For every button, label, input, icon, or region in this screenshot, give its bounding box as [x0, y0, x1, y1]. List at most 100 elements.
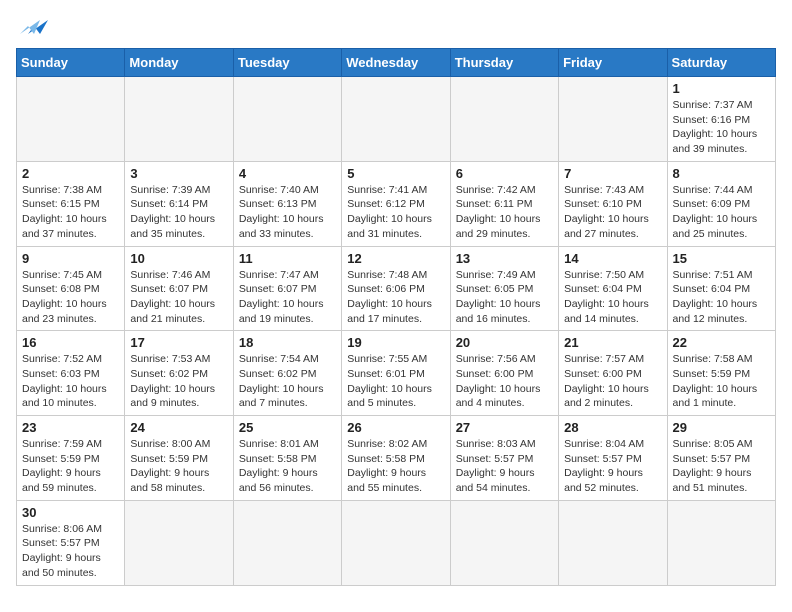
day-info: Sunrise: 7:47 AM Sunset: 6:07 PM Dayligh…	[239, 268, 336, 327]
day-number: 21	[564, 335, 661, 350]
calendar-cell: 22 Sunrise: 7:58 AM Sunset: 5:59 PM Dayli…	[667, 331, 775, 416]
calendar-cell	[125, 500, 233, 585]
day-info: Sunrise: 7:51 AM Sunset: 6:04 PM Dayligh…	[673, 268, 770, 327]
calendar-cell: 6 Sunrise: 7:42 AM Sunset: 6:11 PM Daylig…	[450, 161, 558, 246]
day-number: 22	[673, 335, 770, 350]
calendar-cell	[125, 77, 233, 162]
calendar-cell: 5 Sunrise: 7:41 AM Sunset: 6:12 PM Daylig…	[342, 161, 450, 246]
calendar-week-row-0: 1 Sunrise: 7:37 AM Sunset: 6:16 PM Daylig…	[17, 77, 776, 162]
day-info: Sunrise: 7:40 AM Sunset: 6:13 PM Dayligh…	[239, 183, 336, 242]
day-number: 18	[239, 335, 336, 350]
calendar-cell: 29Sunrise: 8:05 AM Sunset: 5:57 PM Dayli…	[667, 416, 775, 501]
calendar-cell	[17, 77, 125, 162]
day-info: Sunrise: 7:37 AM Sunset: 6:16 PM Dayligh…	[673, 98, 770, 157]
calendar-cell: 21 Sunrise: 7:57 AM Sunset: 6:00 PM Dayli…	[559, 331, 667, 416]
calendar-cell: 10Sunrise: 7:46 AM Sunset: 6:07 PM Dayli…	[125, 246, 233, 331]
day-info: Sunrise: 7:44 AM Sunset: 6:09 PM Dayligh…	[673, 183, 770, 242]
day-number: 26	[347, 420, 444, 435]
calendar-cell: 4 Sunrise: 7:40 AM Sunset: 6:13 PM Daylig…	[233, 161, 341, 246]
calendar-cell: 24 Sunrise: 8:00 AM Sunset: 5:59 PM Dayli…	[125, 416, 233, 501]
day-number: 13	[456, 251, 553, 266]
day-number: 4	[239, 166, 336, 181]
calendar-cell: 7 Sunrise: 7:43 AM Sunset: 6:10 PM Daylig…	[559, 161, 667, 246]
calendar-cell: 19 Sunrise: 7:55 AM Sunset: 6:01 PM Dayli…	[342, 331, 450, 416]
calendar-table: SundayMondayTuesdayWednesdayThursdayFrid…	[16, 48, 776, 586]
day-info: Sunrise: 7:42 AM Sunset: 6:11 PM Dayligh…	[456, 183, 553, 242]
day-info: Sunrise: 8:03 AM Sunset: 5:57 PM Dayligh…	[456, 437, 553, 496]
day-number: 1	[673, 81, 770, 96]
weekday-header-friday: Friday	[559, 49, 667, 77]
day-info: Sunrise: 7:48 AM Sunset: 6:06 PM Dayligh…	[347, 268, 444, 327]
day-number: 8	[673, 166, 770, 181]
calendar-cell: 1 Sunrise: 7:37 AM Sunset: 6:16 PM Daylig…	[667, 77, 775, 162]
day-info: Sunrise: 8:01 AM Sunset: 5:58 PM Dayligh…	[239, 437, 336, 496]
day-number: 6	[456, 166, 553, 181]
calendar-week-row-4: 23 Sunrise: 7:59 AM Sunset: 5:59 PM Dayli…	[17, 416, 776, 501]
calendar-week-row-3: 16 Sunrise: 7:52 AM Sunset: 6:03 PM Dayli…	[17, 331, 776, 416]
calendar-cell	[450, 500, 558, 585]
calendar-cell: 23 Sunrise: 7:59 AM Sunset: 5:59 PM Dayli…	[17, 416, 125, 501]
calendar-week-row-1: 2 Sunrise: 7:38 AM Sunset: 6:15 PM Daylig…	[17, 161, 776, 246]
calendar-cell: 18 Sunrise: 7:54 AM Sunset: 6:02 PM Dayli…	[233, 331, 341, 416]
calendar-cell: 16 Sunrise: 7:52 AM Sunset: 6:03 PM Dayli…	[17, 331, 125, 416]
day-info: Sunrise: 7:56 AM Sunset: 6:00 PM Dayligh…	[456, 352, 553, 411]
day-number: 23	[22, 420, 119, 435]
calendar-cell: 25Sunrise: 8:01 AM Sunset: 5:58 PM Dayli…	[233, 416, 341, 501]
day-info: Sunrise: 7:49 AM Sunset: 6:05 PM Dayligh…	[456, 268, 553, 327]
day-info: Sunrise: 7:54 AM Sunset: 6:02 PM Dayligh…	[239, 352, 336, 411]
calendar-cell: 30 Sunrise: 8:06 AM Sunset: 5:57 PM Dayli…	[17, 500, 125, 585]
day-info: Sunrise: 7:59 AM Sunset: 5:59 PM Dayligh…	[22, 437, 119, 496]
day-number: 24	[130, 420, 227, 435]
calendar-cell: 28 Sunrise: 8:04 AM Sunset: 5:57 PM Dayli…	[559, 416, 667, 501]
calendar-cell: 3Sunrise: 7:39 AM Sunset: 6:14 PM Daylig…	[125, 161, 233, 246]
calendar-cell: 26Sunrise: 8:02 AM Sunset: 5:58 PM Dayli…	[342, 416, 450, 501]
calendar-cell	[559, 77, 667, 162]
calendar-cell: 17 Sunrise: 7:53 AM Sunset: 6:02 PM Dayli…	[125, 331, 233, 416]
calendar-cell	[667, 500, 775, 585]
calendar-cell	[450, 77, 558, 162]
calendar-cell: 20Sunrise: 7:56 AM Sunset: 6:00 PM Dayli…	[450, 331, 558, 416]
calendar-cell: 2 Sunrise: 7:38 AM Sunset: 6:15 PM Daylig…	[17, 161, 125, 246]
weekday-header-monday: Monday	[125, 49, 233, 77]
day-info: Sunrise: 7:55 AM Sunset: 6:01 PM Dayligh…	[347, 352, 444, 411]
day-info: Sunrise: 8:05 AM Sunset: 5:57 PM Dayligh…	[673, 437, 770, 496]
day-number: 3	[130, 166, 227, 181]
day-info: Sunrise: 8:00 AM Sunset: 5:59 PM Dayligh…	[130, 437, 227, 496]
calendar-cell: 15 Sunrise: 7:51 AM Sunset: 6:04 PM Dayli…	[667, 246, 775, 331]
calendar-cell: 12Sunrise: 7:48 AM Sunset: 6:06 PM Dayli…	[342, 246, 450, 331]
day-info: Sunrise: 7:46 AM Sunset: 6:07 PM Dayligh…	[130, 268, 227, 327]
weekday-header-wednesday: Wednesday	[342, 49, 450, 77]
day-info: Sunrise: 8:06 AM Sunset: 5:57 PM Dayligh…	[22, 522, 119, 581]
calendar-cell: 14Sunrise: 7:50 AM Sunset: 6:04 PM Dayli…	[559, 246, 667, 331]
weekday-header-sunday: Sunday	[17, 49, 125, 77]
day-number: 28	[564, 420, 661, 435]
logo	[16, 16, 48, 38]
calendar-week-row-2: 9 Sunrise: 7:45 AM Sunset: 6:08 PM Daylig…	[17, 246, 776, 331]
day-number: 7	[564, 166, 661, 181]
day-info: Sunrise: 7:38 AM Sunset: 6:15 PM Dayligh…	[22, 183, 119, 242]
logo-bird-icon	[20, 16, 48, 38]
day-number: 9	[22, 251, 119, 266]
day-number: 14	[564, 251, 661, 266]
day-info: Sunrise: 7:53 AM Sunset: 6:02 PM Dayligh…	[130, 352, 227, 411]
day-number: 5	[347, 166, 444, 181]
page: SundayMondayTuesdayWednesdayThursdayFrid…	[0, 0, 792, 596]
calendar-cell	[559, 500, 667, 585]
day-info: Sunrise: 7:58 AM Sunset: 5:59 PM Dayligh…	[673, 352, 770, 411]
day-info: Sunrise: 7:57 AM Sunset: 6:00 PM Dayligh…	[564, 352, 661, 411]
day-info: Sunrise: 7:45 AM Sunset: 6:08 PM Dayligh…	[22, 268, 119, 327]
header	[16, 16, 776, 38]
day-info: Sunrise: 7:41 AM Sunset: 6:12 PM Dayligh…	[347, 183, 444, 242]
day-number: 16	[22, 335, 119, 350]
day-info: Sunrise: 7:43 AM Sunset: 6:10 PM Dayligh…	[564, 183, 661, 242]
calendar-cell: 27Sunrise: 8:03 AM Sunset: 5:57 PM Dayli…	[450, 416, 558, 501]
day-number: 30	[22, 505, 119, 520]
day-info: Sunrise: 8:04 AM Sunset: 5:57 PM Dayligh…	[564, 437, 661, 496]
day-number: 2	[22, 166, 119, 181]
day-info: Sunrise: 7:52 AM Sunset: 6:03 PM Dayligh…	[22, 352, 119, 411]
day-number: 17	[130, 335, 227, 350]
day-number: 19	[347, 335, 444, 350]
calendar-week-row-5: 30 Sunrise: 8:06 AM Sunset: 5:57 PM Dayli…	[17, 500, 776, 585]
calendar-cell: 8 Sunrise: 7:44 AM Sunset: 6:09 PM Daylig…	[667, 161, 775, 246]
day-number: 15	[673, 251, 770, 266]
